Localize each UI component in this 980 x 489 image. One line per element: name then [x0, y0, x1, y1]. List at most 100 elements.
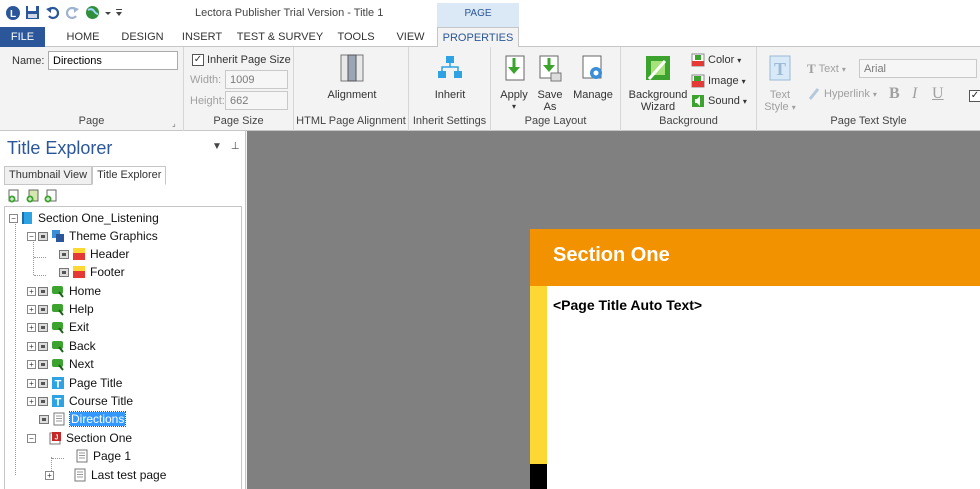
save-as-layout-button[interactable]: Save As	[535, 53, 565, 113]
collapse-icon[interactable]: −	[9, 213, 18, 223]
visibility-checkbox-icon[interactable]	[39, 414, 49, 424]
inherit-page-size-checkbox[interactable]: ✓ Inherit Page Size	[192, 54, 291, 66]
page-canvas[interactable]: Section One <Page Title Auto Text>	[247, 131, 980, 489]
hyperlink-button[interactable]: Hyperlink ▾	[807, 87, 877, 101]
visibility-checkbox-icon[interactable]	[38, 231, 48, 241]
tab-test-survey[interactable]: TEST & SURVEY	[234, 27, 326, 47]
background-image-button[interactable]: Image ▾	[691, 74, 746, 88]
text-button[interactable]: T Text ▾	[807, 61, 846, 77]
visibility-checkbox-icon[interactable]	[59, 249, 69, 259]
redo-icon[interactable]	[64, 4, 81, 21]
background-color-button[interactable]: Color ▾	[691, 53, 741, 67]
expand-icon[interactable]: +	[27, 304, 36, 314]
page-title-auto-text[interactable]: <Page Title Auto Text>	[553, 297, 702, 313]
dialog-launcher-icon[interactable]: ⌟	[172, 119, 180, 128]
tab-properties[interactable]: PROPERTIES	[437, 27, 519, 48]
theme-graphics-icon	[51, 229, 65, 243]
pin-icon[interactable]: ⊥	[231, 141, 240, 152]
expand-icon[interactable]: +	[27, 286, 36, 296]
apply-layout-button[interactable]: Apply ▾	[497, 53, 531, 113]
checkbox-icon[interactable]: ✓	[192, 54, 204, 66]
tree-node[interactable]: + T Page Title	[27, 374, 122, 392]
visibility-checkbox-icon[interactable]	[38, 396, 48, 406]
width-label: Width:	[190, 74, 222, 86]
visibility-checkbox-icon[interactable]	[59, 267, 69, 277]
tab-insert[interactable]: INSERT	[176, 27, 228, 47]
html-page-alignment-group: Alignment HTML Page Alignment	[294, 47, 409, 131]
expand-icon[interactable]: +	[45, 470, 54, 480]
tab-design[interactable]: DESIGN	[115, 27, 170, 47]
tree-node[interactable]: + Home	[27, 282, 101, 300]
tab-view[interactable]: VIEW	[388, 27, 433, 47]
tree-node[interactable]: − Section One_Listening	[9, 209, 159, 227]
save-icon[interactable]	[24, 4, 41, 21]
tree-node[interactable]: + Last test page	[45, 466, 166, 484]
tree-node[interactable]: + Next	[27, 355, 94, 373]
visibility-checkbox-icon[interactable]	[38, 304, 48, 314]
visibility-checkbox-icon[interactable]	[38, 341, 48, 351]
text-style-label-line2: Style	[764, 101, 789, 113]
tree-node[interactable]: Header	[59, 245, 129, 263]
page-name-input[interactable]	[48, 51, 178, 70]
visibility-checkbox-icon[interactable]	[38, 359, 48, 369]
globe-icon[interactable]	[84, 4, 101, 21]
italic-button[interactable]: I	[912, 85, 917, 103]
underline-button[interactable]: U	[932, 85, 944, 103]
pane-menu-chevron-icon[interactable]: ▼	[212, 141, 222, 152]
tab-title-explorer[interactable]: Title Explorer	[92, 166, 167, 185]
alignment-button[interactable]: Alignment	[324, 53, 380, 101]
collapse-icon[interactable]: −	[27, 433, 36, 443]
tree-node-selected[interactable]: Directions	[39, 410, 127, 428]
visibility-checkbox-icon[interactable]	[38, 378, 48, 388]
tab-home[interactable]: HOME	[57, 27, 109, 47]
tab-thumbnail-view[interactable]: Thumbnail View	[4, 166, 93, 185]
expand-icon[interactable]: +	[27, 341, 36, 351]
font-family-select[interactable]	[859, 59, 977, 78]
visibility-checkbox-icon[interactable]	[38, 322, 48, 332]
chevron-down-icon[interactable]	[104, 4, 112, 21]
manage-label: Manage	[573, 89, 613, 101]
page-preview[interactable]: Section One <Page Title Auto Text>	[530, 229, 980, 489]
app-logo-icon[interactable]: L	[4, 4, 21, 21]
tree-node[interactable]: + Exit	[27, 318, 89, 336]
tab-tools[interactable]: TOOLS	[330, 27, 382, 47]
customize-toolbar-icon[interactable]	[115, 4, 123, 21]
add-chapter-icon[interactable]	[25, 189, 39, 206]
section-header-text[interactable]: Section One	[553, 244, 670, 267]
tree-node[interactable]: − Theme Graphics	[27, 227, 158, 245]
background-wizard-button[interactable]: Background Wizard	[626, 53, 690, 113]
expand-icon[interactable]: +	[27, 359, 36, 369]
tab-file[interactable]: FILE	[0, 27, 45, 47]
expand-icon[interactable]: +	[27, 396, 36, 406]
expand-icon[interactable]: +	[27, 378, 36, 388]
text-option-checkbox[interactable]: ✓	[969, 90, 980, 102]
manage-layouts-button[interactable]: Manage	[571, 53, 615, 101]
bold-button[interactable]: B	[889, 85, 900, 103]
inherit-settings-group: Inherit Inherit Settings	[409, 47, 491, 131]
group-label-page-text-style: Page Text Style	[830, 115, 907, 127]
page-width-input[interactable]	[225, 70, 288, 89]
tree-node[interactable]: Page 1	[75, 447, 131, 465]
page-text-style-group: T Text Style ▾ T Text ▾ Hyperlink ▾ B I …	[757, 47, 980, 131]
expand-icon[interactable]: +	[27, 322, 36, 332]
undo-icon[interactable]	[44, 4, 61, 21]
page-sidebar-strip[interactable]	[530, 286, 547, 464]
text-style-button[interactable]: T Text Style ▾	[762, 53, 798, 114]
tree-node[interactable]: + Back	[27, 337, 96, 355]
tree-node[interactable]: + Help	[27, 300, 94, 318]
tree-node[interactable]: + T Course Title	[27, 392, 133, 410]
add-page-icon[interactable]	[7, 189, 21, 206]
collapse-icon[interactable]: −	[27, 231, 36, 241]
page-height-input[interactable]	[225, 91, 288, 110]
visibility-checkbox-icon[interactable]	[38, 286, 48, 296]
page-sidebar-footer[interactable]	[530, 464, 547, 489]
chapter-icon: J	[48, 431, 62, 445]
height-label: Height:	[190, 95, 225, 107]
tree-node[interactable]: Footer	[59, 263, 125, 281]
add-section-icon[interactable]	[43, 189, 57, 206]
text-format-icon: T	[807, 61, 816, 76]
tree-node[interactable]: − J Section One	[27, 429, 132, 447]
background-sound-button[interactable]: Sound ▾	[691, 94, 747, 108]
inherit-button[interactable]: Inherit	[422, 53, 478, 101]
chevron-down-icon: ▾	[511, 102, 516, 111]
